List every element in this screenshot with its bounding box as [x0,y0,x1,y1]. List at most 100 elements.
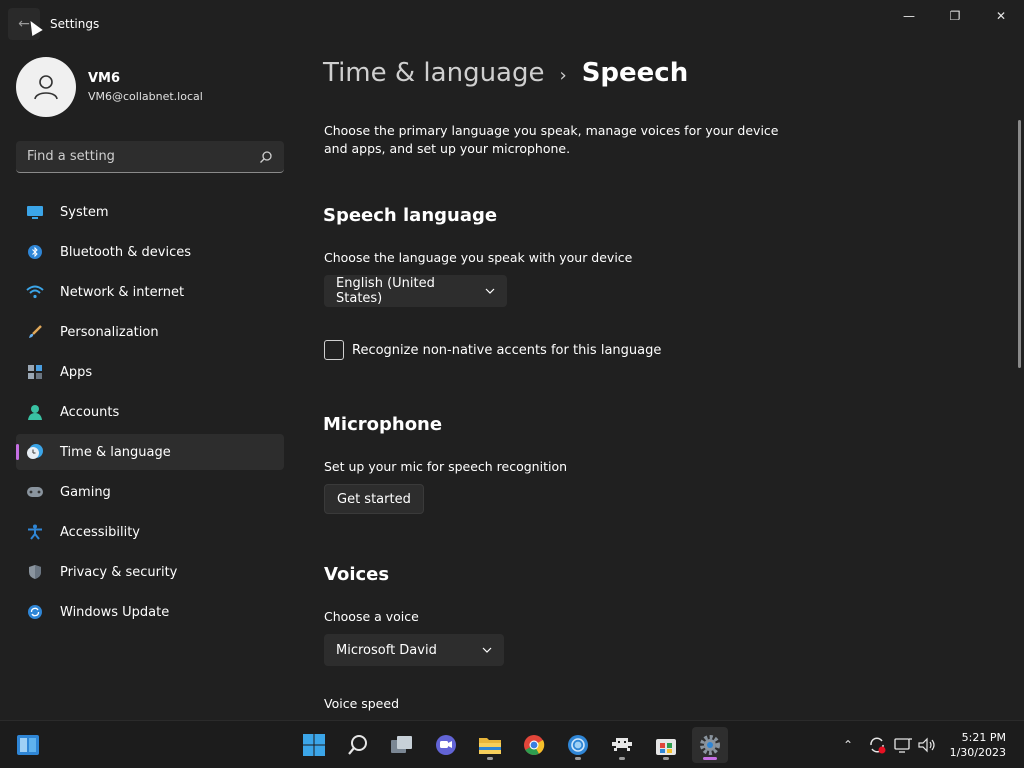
sync-icon[interactable] [867,735,887,755]
voices-heading: Voices [324,564,390,585]
settings-taskbar-button[interactable] [692,727,728,763]
running-indicator [663,757,669,760]
file-explorer-button[interactable] [472,727,508,763]
start-button[interactable] [296,727,332,763]
app-title: Settings [50,17,100,31]
checkbox-label: Recognize non-native accents for this la… [352,342,662,358]
game-app-button[interactable] [604,727,640,763]
sidebar-item-label: Bluetooth & devices [60,244,191,260]
sidebar-item-privacy[interactable]: Privacy & security [16,554,284,590]
volume-icon[interactable] [917,736,937,754]
search-icon[interactable] [259,150,273,164]
sidebar-item-accessibility[interactable]: Accessibility [16,514,284,550]
running-indicator [575,757,581,760]
minimize-button[interactable]: — [886,6,932,26]
windows-logo-icon [303,734,325,756]
sidebar-item-label: Windows Update [60,604,170,620]
time-language-icon [26,443,44,461]
task-view-icon [391,736,412,753]
running-indicator [487,757,493,760]
wifi-icon [26,283,44,301]
non-native-accents-option[interactable]: Recognize non-native accents for this la… [324,340,661,360]
sidebar-item-time-language[interactable]: Time & language [16,434,284,470]
sidebar-item-windows-update[interactable]: Windows Update [16,594,284,630]
sidebar-item-apps[interactable]: Apps [16,354,284,390]
search-box[interactable] [16,141,284,173]
clock-time: 5:21 PM [961,731,1006,744]
sidebar-item-label: Accessibility [60,524,140,540]
brush-icon [26,323,44,341]
accessibility-icon [26,523,44,541]
chrome-icon [524,735,545,755]
minimize-icon: — [903,9,915,23]
sidebar-item-label: System [60,204,109,220]
sidebar-item-network[interactable]: Network & internet [16,274,284,310]
page-description: Choose the primary language you speak, m… [324,123,779,156]
avatar [16,57,76,117]
choose-voice-label: Choose a voice [324,609,419,624]
sidebar-item-label: Accounts [60,404,120,420]
speech-language-dropdown[interactable]: English (United States) [324,275,507,307]
non-native-accents-checkbox[interactable] [324,340,344,360]
apps-icon [26,363,44,381]
title-bar: ← Settings — ❐ ✕ [0,0,1024,48]
maximize-button[interactable]: ❐ [932,6,978,26]
sidebar-item-label: Gaming [60,484,111,500]
network-icon[interactable] [893,736,913,754]
system-icon [26,203,44,221]
sidebar-nav: System Bluetooth & devices Network & int… [16,194,284,634]
store-icon [656,739,676,755]
sidebar-item-gaming[interactable]: Gaming [16,474,284,510]
sidebar-item-label: Personalization [60,324,159,340]
widgets-icon [17,735,39,755]
taskbar: ⌃ 5:21 PM 1/30/2023 [0,720,1024,768]
sidebar-item-label: Privacy & security [60,564,178,580]
task-view-button[interactable] [384,727,420,763]
folder-icon [479,738,501,754]
chrome-blue-icon [568,735,588,755]
sidebar-item-system[interactable]: System [16,194,284,230]
breadcrumb-parent[interactable]: Time & language [323,58,544,88]
update-icon [26,603,44,621]
dropdown-value: Microsoft David [336,642,437,658]
voice-dropdown[interactable]: Microsoft David [324,634,504,666]
gear-icon [700,735,720,755]
sidebar-item-label: Apps [60,364,93,380]
clock-date: 1/30/2023 [949,746,1006,759]
chrome-button[interactable] [516,727,552,763]
chevron-down-icon [482,647,492,653]
teams-chat-button[interactable] [428,727,464,763]
sidebar-item-label: Time & language [60,444,171,460]
chevron-up-icon[interactable]: ⌃ [843,738,861,752]
search-input[interactable] [27,149,247,164]
microphone-heading: Microphone [323,414,443,435]
gaming-icon [26,483,44,501]
chat-icon [436,735,456,755]
close-icon: ✕ [995,9,1007,23]
get-started-button[interactable]: Get started [324,484,424,514]
search-taskbar-button[interactable] [340,727,376,763]
active-indicator [703,757,717,760]
search-icon [348,735,367,755]
bluetooth-icon [26,243,44,261]
sidebar-item-accounts[interactable]: Accounts [16,394,284,430]
maximize-icon: ❐ [949,9,961,23]
get-started-label: Get started [337,491,411,507]
voice-speed-label: Voice speed [324,696,399,711]
space-invader-icon [612,738,632,751]
breadcrumb: Time & language › Speech [323,58,688,88]
profile-email: VM6@collabnet.local [88,90,203,103]
speech-language-label: Choose the language you speak with your … [324,250,633,265]
taskbar-clock[interactable]: 5:21 PM 1/30/2023 [950,730,1006,760]
sidebar-item-bluetooth[interactable]: Bluetooth & devices [16,234,284,270]
speech-language-heading: Speech language [323,205,498,226]
store-button[interactable] [648,727,684,763]
sidebar-item-label: Network & internet [60,284,185,300]
close-button[interactable]: ✕ [978,6,1024,26]
widgets-button[interactable] [10,727,46,763]
chrome-profile-button[interactable] [560,727,596,763]
user-profile[interactable]: VM6 VM6@collabnet.local [16,57,203,117]
content-scrollbar[interactable] [1018,120,1021,368]
shield-icon [26,563,44,581]
sidebar-item-personalization[interactable]: Personalization [16,314,284,350]
